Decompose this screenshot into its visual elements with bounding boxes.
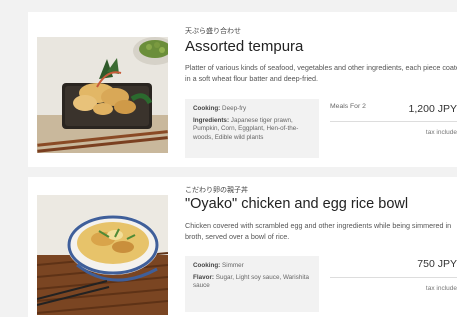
meals-label: Meals For 2 bbox=[330, 103, 366, 110]
cooking-value: Deep-fry bbox=[222, 105, 247, 112]
item-description: Platter of various kinds of seafood, veg… bbox=[185, 63, 457, 83]
cooking-value: Simmer bbox=[222, 262, 244, 269]
flavor-line: Flavor: Sugar, Light soy sauce, Warishit… bbox=[193, 274, 311, 291]
menu-card-oyako: こだわり卵の親子丼 "Oyako" chicken and egg rice b… bbox=[28, 177, 457, 317]
flavor-label: Flavor: bbox=[193, 273, 214, 281]
item-jp-name: 天ぷら盛り合わせ bbox=[185, 28, 241, 35]
ingredients-line: Ingredients: Japanese tiger prawn, Pumpk… bbox=[193, 117, 311, 143]
cooking-label: Cooking: bbox=[193, 105, 221, 112]
cooking-line: Cooking: Deep-fry bbox=[193, 105, 311, 114]
item-jp-name: こだわり卵の親子丼 bbox=[185, 187, 248, 194]
item-title: Assorted tempura bbox=[185, 38, 304, 55]
price-divider bbox=[330, 277, 457, 278]
item-price: 750 JPY bbox=[417, 258, 457, 270]
item-info-box: Cooking: Simmer Flavor: Sugar, Light soy… bbox=[185, 256, 319, 312]
item-info-box: Cooking: Deep-fry Ingredients: Japanese … bbox=[185, 99, 319, 158]
item-title: "Oyako" chicken and egg rice bowl bbox=[185, 196, 409, 212]
tempura-photo bbox=[37, 37, 168, 153]
tax-note: tax include bbox=[425, 129, 457, 136]
item-description: Chicken covered with scrambled egg and o… bbox=[185, 221, 452, 241]
menu-card-tempura: 天ぷら盛り合わせ Assorted tempura Platter of var… bbox=[28, 12, 457, 167]
cooking-line: Cooking: Simmer bbox=[193, 262, 311, 271]
ingredients-label: Ingredients: bbox=[193, 116, 230, 124]
oyako-photo bbox=[37, 195, 168, 315]
cooking-label: Cooking: bbox=[193, 262, 221, 269]
price-divider bbox=[330, 121, 457, 122]
tax-note: tax include bbox=[425, 285, 457, 292]
item-price: 1,200 JPY bbox=[408, 103, 457, 115]
